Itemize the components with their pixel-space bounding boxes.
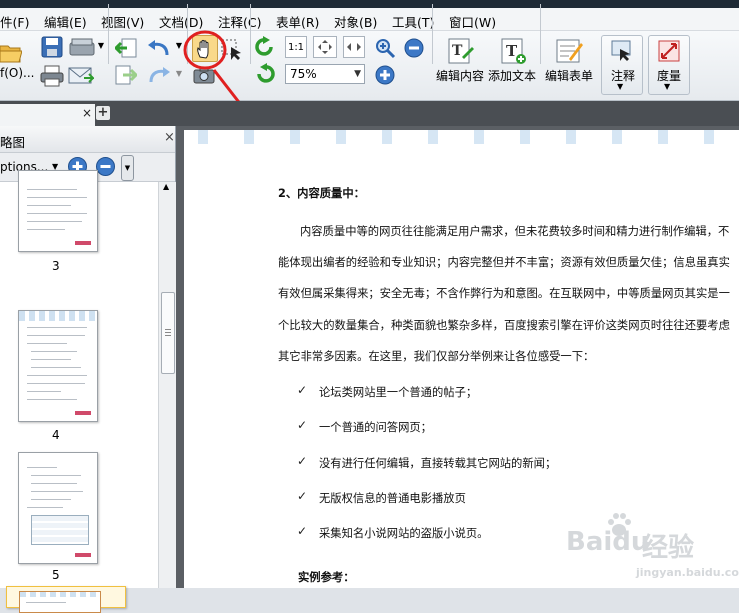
paragraph-line: 个比较大的数量集合，种类面貌也繁杂多样，百度搜索引擎在评价这类网页时往往还要考虑 (278, 319, 730, 332)
thumbnail-size-slider[interactable]: ▼ (121, 155, 134, 181)
page-number: 4 (52, 428, 60, 442)
close-panel-icon[interactable]: × (164, 130, 175, 145)
toolbar-separator (540, 4, 541, 64)
menu-document[interactable]: 文档(D) (159, 12, 203, 31)
add-text-icon[interactable]: T (498, 36, 528, 66)
menu-object[interactable]: 对象(B) (334, 12, 377, 31)
page-thumbnail-selected[interactable] (6, 586, 126, 613)
print-icon[interactable] (40, 64, 64, 88)
select-tool-icon[interactable] (220, 38, 244, 62)
paragraph-line: 其它非常多因素。在这里，我们仅部分举例来让各位感受一下： (278, 350, 595, 363)
undo-icon[interactable] (146, 37, 172, 59)
toolbar-separator (250, 4, 251, 64)
previous-view-icon[interactable] (114, 37, 138, 59)
open-button-label[interactable]: f(O)... (0, 66, 34, 80)
redo-dropdown-icon[interactable]: ▼ (175, 68, 183, 78)
menu-window[interactable]: 窗口(W) (449, 12, 496, 31)
page-header-decoration (184, 130, 739, 144)
edit-form-label[interactable]: 编辑表单 (545, 67, 593, 84)
check-icon: ✓ (297, 524, 308, 538)
bullet-item: 没有进行任何编辑，直接转载其它网站的新闻； (319, 457, 557, 470)
menu-comment[interactable]: 注释(C) (218, 12, 261, 31)
toolbar-separator (432, 4, 433, 64)
page-thumbnail[interactable] (18, 170, 98, 252)
add-tab-icon[interactable]: + (96, 106, 110, 120)
redo-icon[interactable] (146, 64, 172, 86)
window-titlebar (0, 0, 739, 8)
page-number: 3 (52, 259, 60, 273)
bullet-item: 一个普通的问答网页； (319, 421, 432, 434)
menu-bar: 件(F) 编辑(E) 视图(V) 文档(D) 注释(C) 表单(R) 对象(B)… (0, 8, 739, 31)
marquee-zoom-icon[interactable] (373, 36, 397, 60)
zoom-in-icon[interactable] (373, 63, 397, 87)
scroll-up-icon[interactable]: ▲ (163, 182, 169, 191)
measure-icon (658, 40, 680, 62)
measure-button[interactable]: 度量 ▼ (648, 35, 690, 95)
chevron-down-icon: ▼ (664, 82, 671, 91)
page-thumbnail[interactable] (18, 310, 98, 422)
check-icon: ✓ (297, 383, 308, 397)
next-view-icon[interactable] (114, 64, 138, 86)
menu-edit[interactable]: 编辑(E) (44, 12, 87, 31)
page-number: 5 (52, 568, 60, 582)
bullet-item: 无版权信息的普通电影播放页 (319, 492, 466, 505)
snapshot-icon[interactable] (192, 65, 216, 85)
menu-file[interactable]: 件(F) (0, 12, 29, 31)
email-icon[interactable] (68, 64, 94, 88)
paw-logo-icon (608, 513, 631, 536)
edit-content-icon[interactable]: T (445, 36, 475, 66)
save-icon[interactable] (40, 35, 64, 59)
scrollbar-thumb[interactable] (161, 292, 175, 374)
thumbnail-zoom-out-icon[interactable] (95, 156, 116, 177)
panel-header: 略图 × (0, 126, 175, 153)
watermark-url: jingyan.baidu.com (636, 566, 739, 579)
page-thumbnail[interactable] (18, 452, 98, 564)
document-tab-strip: × + (0, 101, 739, 126)
actual-size-button[interactable]: 1:1 (285, 36, 307, 58)
undo-dropdown-icon[interactable]: ▼ (175, 40, 183, 50)
scanner-icon[interactable] (68, 35, 96, 59)
comment-icon (611, 40, 631, 61)
hand-tool-button[interactable] (192, 35, 218, 62)
menu-form[interactable]: 表单(R) (276, 12, 319, 31)
thumbnail-list: 3 4 5 (0, 170, 158, 613)
rotate-counterclockwise-icon[interactable] (253, 62, 277, 86)
edit-form-icon[interactable] (554, 36, 584, 66)
zoom-level-select[interactable]: 75% ▼ (285, 64, 365, 84)
section-heading: 2、内容质量中： (278, 187, 365, 200)
paragraph-line: 能体现出编者的经验和专业知识；内容完整但并不丰富；资源有效但质量欠佳；信息虽真实 (278, 256, 730, 269)
svg-text:T: T (452, 43, 463, 59)
panel-title: 略图 (0, 135, 26, 150)
menu-tools[interactable]: 工具(T) (392, 12, 434, 31)
open-folder-icon[interactable] (0, 38, 22, 66)
check-icon: ✓ (297, 454, 308, 468)
paragraph-line: 内容质量中等的网页往往能满足用户需求，但未花费较多时间和精力进行制作编辑，不 (300, 225, 730, 238)
bullet-item: 论坛类网站里一个普通的帖子； (319, 386, 478, 399)
chevron-down-icon: ▼ (617, 82, 624, 91)
toolbar-separator (187, 4, 188, 64)
svg-text:T: T (506, 42, 518, 60)
chevron-down-icon: ▼ (354, 69, 361, 79)
check-icon: ✓ (297, 489, 308, 503)
fit-width-icon[interactable] (343, 36, 365, 58)
rotate-clockwise-icon[interactable] (253, 35, 277, 59)
comment-button[interactable]: 注释 ▼ (601, 35, 643, 95)
add-text-label[interactable]: 添加文本 (488, 67, 536, 84)
toolbar-separator (108, 4, 109, 64)
zoom-level-value: 75% (290, 67, 317, 81)
check-icon: ✓ (297, 418, 308, 432)
bullet-item: 采集知名小说网站的盗版小说页。 (319, 527, 489, 540)
watermark-suffix: 经验 (642, 533, 695, 563)
close-tab-icon[interactable]: × (82, 106, 92, 120)
edit-content-label[interactable]: 编辑内容 (436, 67, 484, 84)
zoom-out-icon[interactable] (402, 36, 426, 60)
fit-page-icon[interactable] (313, 36, 337, 58)
hand-icon (197, 39, 209, 59)
thumbnail-scrollbar[interactable]: ▲ (158, 182, 176, 588)
page-thumbnails-panel: 略图 × ptions... ▼ ▼ 3 4 5 ▲ (0, 126, 176, 613)
scanner-dropdown-icon[interactable]: ▼ (97, 40, 105, 50)
paragraph-line: 有效但属采集得来；安全无毒；不含作弊行为和意图。在互联网中，中等质量网页其实是一 (278, 287, 730, 300)
document-tab[interactable]: × (0, 104, 95, 126)
example-heading: 实例参考： (298, 571, 355, 584)
